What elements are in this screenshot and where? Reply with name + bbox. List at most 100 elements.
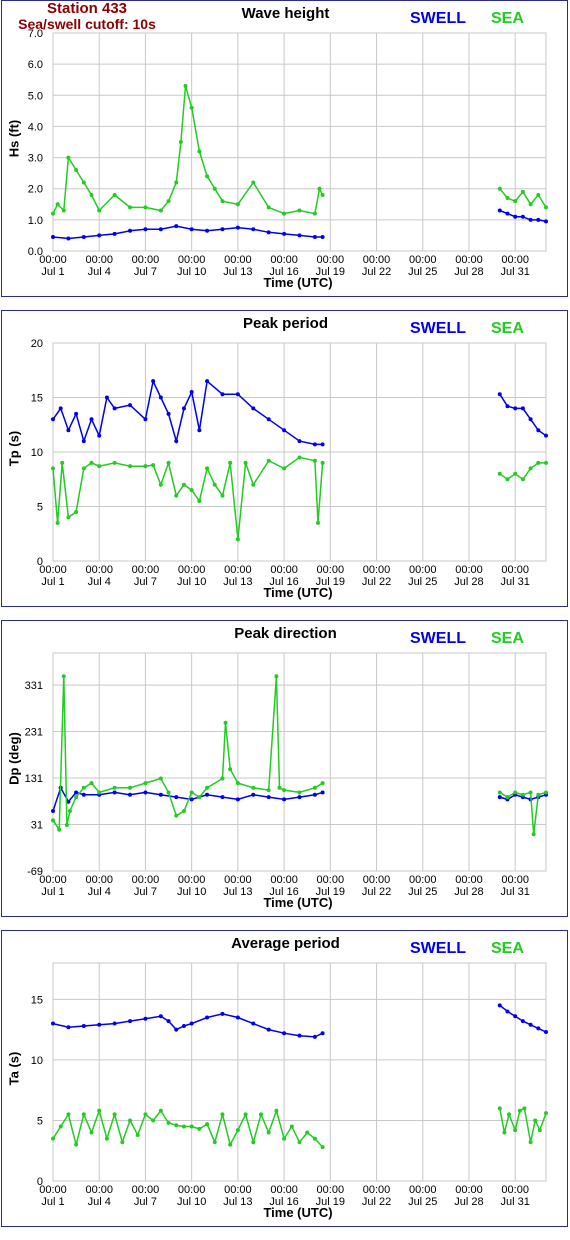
data-point-sea bbox=[197, 149, 202, 154]
data-point-sea bbox=[158, 482, 163, 487]
data-point-swell bbox=[81, 1023, 86, 1028]
chart-panel-wave-height: Station 433 Sea/swell cutoff: 10s Wave h… bbox=[1, 0, 568, 297]
x-tick-time: 00:00 bbox=[363, 564, 391, 576]
data-point-sea bbox=[220, 199, 225, 204]
data-point-swell bbox=[174, 439, 179, 444]
data-point-swell bbox=[128, 228, 133, 233]
data-point-sea bbox=[189, 105, 194, 110]
x-tick-time: 00:00 bbox=[270, 874, 298, 886]
data-point-sea bbox=[528, 790, 533, 795]
data-point-swell bbox=[189, 1021, 194, 1026]
x-tick-label: Jul 22 bbox=[362, 266, 391, 278]
data-point-sea bbox=[212, 482, 217, 487]
y-tick-label: 4.0 bbox=[28, 121, 43, 133]
data-point-swell bbox=[143, 1016, 148, 1021]
data-point-sea bbox=[189, 790, 194, 795]
data-point-swell bbox=[81, 439, 86, 444]
data-point-swell bbox=[544, 219, 548, 224]
x-tick-time: 00:00 bbox=[455, 564, 483, 576]
x-tick-time: 00:00 bbox=[409, 874, 437, 886]
data-point-swell bbox=[312, 234, 317, 239]
data-point-sea bbox=[158, 776, 163, 781]
data-point-swell bbox=[97, 433, 102, 438]
x-tick-label: Jul 16 bbox=[269, 576, 298, 588]
data-point-sea bbox=[266, 458, 271, 463]
data-point-sea bbox=[51, 818, 55, 823]
data-point-swell bbox=[497, 1003, 502, 1008]
data-point-swell bbox=[166, 411, 171, 416]
x-tick-time: 00:00 bbox=[85, 1184, 113, 1196]
x-tick-time: 00:00 bbox=[363, 874, 391, 886]
y-tick-label: 2.0 bbox=[28, 184, 43, 196]
data-point-sea bbox=[66, 155, 71, 160]
x-tick-label: Jul 19 bbox=[316, 1196, 345, 1208]
x-tick-label: Jul 19 bbox=[316, 266, 345, 278]
data-point-sea bbox=[235, 537, 240, 542]
data-point-sea bbox=[166, 199, 171, 204]
x-tick-label: Jul 28 bbox=[454, 266, 483, 278]
x-tick-label: Jul 4 bbox=[88, 1196, 111, 1208]
data-point-sea bbox=[274, 674, 279, 679]
data-point-sea bbox=[317, 186, 322, 191]
data-point-sea bbox=[181, 1124, 186, 1129]
data-point-swell bbox=[128, 403, 133, 408]
data-point-sea bbox=[183, 83, 188, 88]
data-point-swell bbox=[528, 1022, 533, 1027]
data-point-sea bbox=[497, 790, 502, 795]
data-point-sea bbox=[89, 781, 94, 786]
data-point-swell bbox=[220, 795, 225, 800]
data-point-sea bbox=[282, 211, 287, 216]
x-tick-label: Jul 22 bbox=[362, 576, 391, 588]
data-point-swell bbox=[235, 225, 240, 230]
data-point-sea bbox=[143, 1112, 148, 1117]
data-point-sea bbox=[320, 781, 325, 786]
x-tick-label: Jul 7 bbox=[134, 266, 157, 278]
data-point-swell bbox=[266, 795, 271, 800]
data-point-sea bbox=[528, 1140, 533, 1145]
data-point-swell bbox=[320, 442, 325, 447]
data-point-sea bbox=[497, 471, 502, 476]
x-tick-time: 00:00 bbox=[178, 254, 206, 266]
data-point-swell bbox=[505, 211, 510, 216]
data-point-sea bbox=[235, 1128, 240, 1133]
x-tick-label: Jul 25 bbox=[408, 1196, 437, 1208]
x-tick-label: Jul 4 bbox=[88, 576, 111, 588]
data-point-swell bbox=[312, 1034, 317, 1039]
data-point-sea bbox=[536, 792, 541, 797]
data-point-sea bbox=[505, 196, 510, 201]
data-point-swell bbox=[66, 428, 71, 433]
data-point-sea bbox=[297, 790, 302, 795]
data-point-sea bbox=[282, 1136, 287, 1141]
y-tick-label: 5 bbox=[37, 502, 43, 514]
data-point-sea bbox=[81, 1112, 86, 1117]
x-tick-label: Jul 31 bbox=[501, 266, 530, 278]
data-point-sea bbox=[544, 460, 548, 465]
x-tick-label: Jul 16 bbox=[269, 886, 298, 898]
data-point-sea bbox=[158, 1108, 163, 1113]
data-point-swell bbox=[497, 795, 502, 800]
data-point-swell bbox=[81, 792, 86, 797]
data-point-sea bbox=[507, 1112, 512, 1117]
data-point-sea bbox=[212, 186, 217, 191]
data-point-swell bbox=[297, 795, 302, 800]
y-tick-label: 7.0 bbox=[28, 28, 43, 40]
data-point-swell bbox=[312, 792, 317, 797]
data-point-sea bbox=[536, 460, 541, 465]
x-tick-time: 00:00 bbox=[224, 254, 252, 266]
data-point-swell bbox=[251, 227, 256, 232]
data-point-sea bbox=[97, 1108, 102, 1113]
data-point-swell bbox=[528, 417, 533, 422]
data-point-sea bbox=[151, 463, 156, 468]
data-point-sea bbox=[174, 493, 179, 498]
x-tick-label: Jul 4 bbox=[88, 886, 111, 898]
data-point-sea bbox=[544, 1111, 548, 1116]
data-point-sea bbox=[274, 1108, 279, 1113]
data-point-sea bbox=[537, 1128, 542, 1133]
data-point-swell bbox=[174, 1027, 179, 1032]
data-point-swell bbox=[143, 417, 148, 422]
data-point-sea bbox=[312, 1136, 317, 1141]
data-point-sea bbox=[143, 205, 148, 210]
data-point-swell bbox=[128, 792, 133, 797]
x-tick-time: 00:00 bbox=[132, 564, 160, 576]
data-point-swell bbox=[51, 234, 55, 239]
